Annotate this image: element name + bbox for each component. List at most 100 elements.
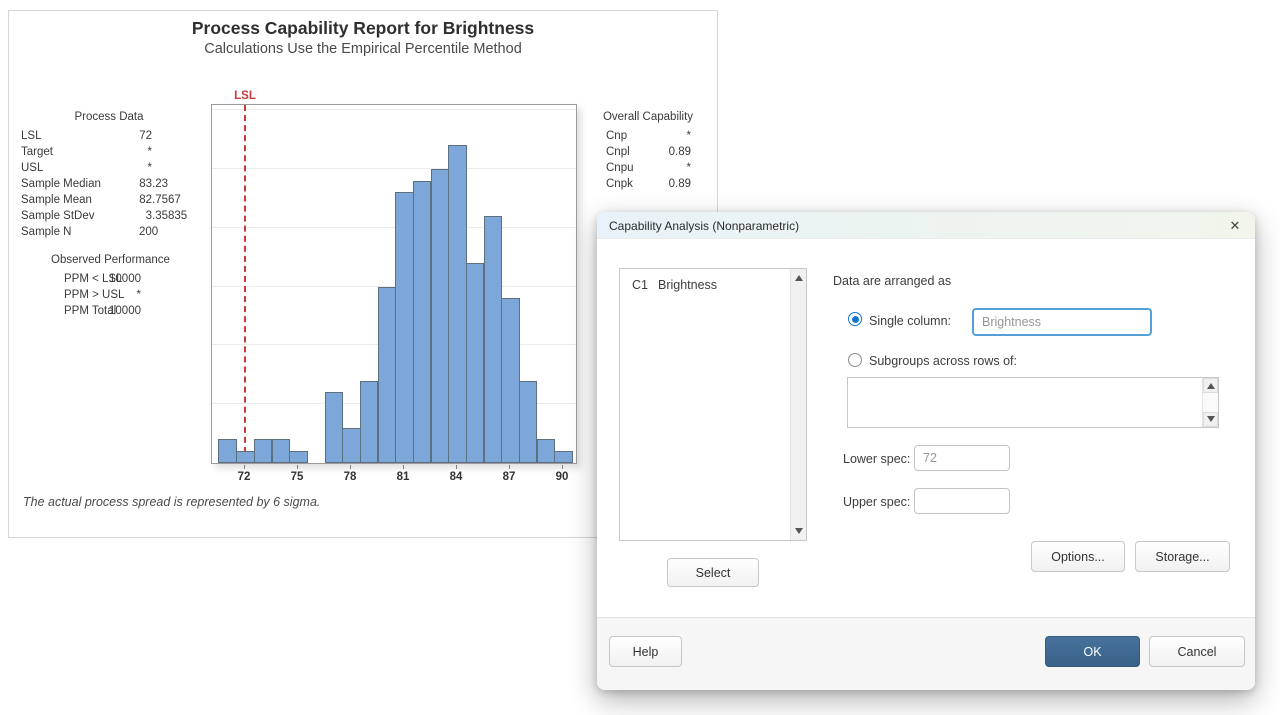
process-data-rows: LSL72Target*USL*Sample Median83.23Sample…: [21, 128, 197, 240]
stat-row: Cnpk0.89: [594, 176, 702, 192]
histogram-bar: [218, 439, 237, 463]
histogram-bar: [342, 428, 361, 463]
application-window: Process Capability Report for Brightness…: [0, 0, 1280, 715]
histogram-bar: [501, 298, 520, 463]
subgroups-label: Subgroups across rows of:: [869, 354, 1017, 368]
stat-row: LSL72: [21, 128, 197, 144]
histogram-bar: [554, 451, 573, 463]
report-subtitle: Calculations Use the Empirical Percentil…: [9, 41, 717, 57]
help-button[interactable]: Help: [609, 636, 682, 667]
lsl-label: LSL: [234, 90, 256, 102]
listbox-scrollbar[interactable]: [790, 269, 806, 540]
x-tick-mark: [297, 465, 298, 469]
column-listbox[interactable]: C1Brightness: [619, 268, 807, 541]
single-column-radio[interactable]: [848, 312, 862, 326]
column-id: C1: [632, 278, 658, 292]
ok-button[interactable]: OK: [1045, 636, 1140, 667]
histogram-bar: [360, 381, 379, 463]
report-footnote: The actual process spread is represented…: [23, 495, 320, 509]
upper-spec-input[interactable]: [914, 488, 1010, 514]
histogram-bar: [395, 192, 414, 463]
scroll-up-button[interactable]: [1203, 378, 1218, 393]
x-tick-label: 84: [450, 471, 463, 483]
gridline: [212, 227, 576, 228]
single-column-label: Single column:: [869, 314, 951, 328]
column-name: Brightness: [658, 278, 717, 292]
stat-row: Target*: [21, 144, 197, 160]
stat-row: Sample Mean82.7567: [21, 192, 197, 208]
x-tick-mark: [509, 465, 510, 469]
stat-row: Cnpu*: [594, 160, 702, 176]
histogram-bar: [272, 439, 291, 463]
lower-spec-label: Lower spec:: [843, 452, 910, 466]
subgroups-scrollbar[interactable]: [1202, 378, 1218, 427]
histogram-bar: [378, 287, 397, 464]
stat-row: Sample StDev3.35835: [21, 208, 197, 224]
process-data-panel: Process Data LSL72Target*USL*Sample Medi…: [21, 109, 197, 240]
histogram-bar: [236, 451, 255, 463]
x-tick-label: 72: [238, 471, 251, 483]
histogram-bar: [519, 381, 538, 463]
overall-capability-panel: Overall Capability Cnp*Cnpl0.89Cnpu*Cnpk…: [594, 109, 702, 192]
observed-performance-header: Observed Performance: [47, 252, 174, 268]
stat-row: Cnpl0.89: [594, 144, 702, 160]
x-tick-mark: [562, 465, 563, 469]
histogram-bar: [537, 439, 556, 463]
report-title: Process Capability Report for Brightness: [9, 18, 717, 39]
scroll-down-button[interactable]: [1203, 412, 1218, 427]
stat-row: Sample N200: [21, 224, 197, 240]
x-tick-label: 90: [556, 471, 569, 483]
overall-capability-header: Overall Capability: [594, 109, 702, 125]
scroll-down-icon: [1207, 416, 1215, 422]
histogram-bar: [431, 169, 450, 463]
histogram-x-axis: 72 75 78 81 84 87 90: [211, 465, 577, 495]
process-data-header: Process Data: [21, 109, 197, 125]
stat-row: PPM > USL*: [47, 287, 174, 303]
dialog-titlebar[interactable]: Capability Analysis (Nonparametric) ✕: [597, 212, 1255, 239]
histogram-bar: [325, 392, 344, 463]
close-icon[interactable]: ✕: [1225, 216, 1245, 236]
histogram-bar: [413, 181, 432, 463]
histogram-bar: [466, 263, 485, 463]
overall-capability-rows: Cnp*Cnpl0.89Cnpu*Cnpk0.89: [594, 128, 702, 192]
capability-analysis-dialog: Capability Analysis (Nonparametric) ✕ C1…: [597, 212, 1255, 690]
stat-row: PPM Total10000: [47, 303, 174, 319]
stat-row: PPM < LSL10000: [47, 271, 174, 287]
upper-spec-label: Upper spec:: [843, 495, 910, 509]
options-button[interactable]: Options...: [1031, 541, 1125, 572]
observed-performance-rows: PPM < LSL10000PPM > USL*PPM Total10000: [47, 271, 174, 319]
x-tick-label: 75: [291, 471, 304, 483]
lsl-line: [244, 105, 246, 463]
gridline: [212, 168, 576, 169]
x-tick-label: 78: [344, 471, 357, 483]
scroll-up-icon: [1207, 383, 1215, 389]
single-column-input[interactable]: [972, 308, 1152, 336]
stat-row: Cnp*: [594, 128, 702, 144]
x-tick-mark: [403, 465, 404, 469]
data-arranged-label: Data are arranged as: [833, 274, 951, 288]
scroll-up-icon[interactable]: [795, 275, 803, 281]
stat-row: Sample Median83.23: [21, 176, 197, 192]
subgroups-input[interactable]: [847, 377, 1219, 428]
storage-button[interactable]: Storage...: [1135, 541, 1230, 572]
histogram-bar: [448, 145, 467, 463]
x-tick-mark: [244, 465, 245, 469]
x-tick-label: 81: [397, 471, 410, 483]
observed-performance-panel: Observed Performance PPM < LSL10000PPM >…: [47, 252, 174, 319]
stat-row: USL*: [21, 160, 197, 176]
x-tick-label: 87: [503, 471, 516, 483]
gridline: [212, 109, 576, 110]
histogram-plot: LSL: [211, 104, 577, 464]
histogram-bar: [254, 439, 273, 463]
histogram-bar: [289, 451, 308, 463]
x-tick-mark: [350, 465, 351, 469]
select-button[interactable]: Select: [667, 558, 759, 587]
dialog-title: Capability Analysis (Nonparametric): [609, 219, 799, 233]
subgroups-radio[interactable]: [848, 353, 862, 367]
histogram-bar: [484, 216, 503, 463]
cancel-button[interactable]: Cancel: [1149, 636, 1245, 667]
scroll-down-icon[interactable]: [795, 528, 803, 534]
lower-spec-input[interactable]: [914, 445, 1010, 471]
x-tick-mark: [456, 465, 457, 469]
list-item-column[interactable]: C1Brightness: [632, 278, 717, 292]
